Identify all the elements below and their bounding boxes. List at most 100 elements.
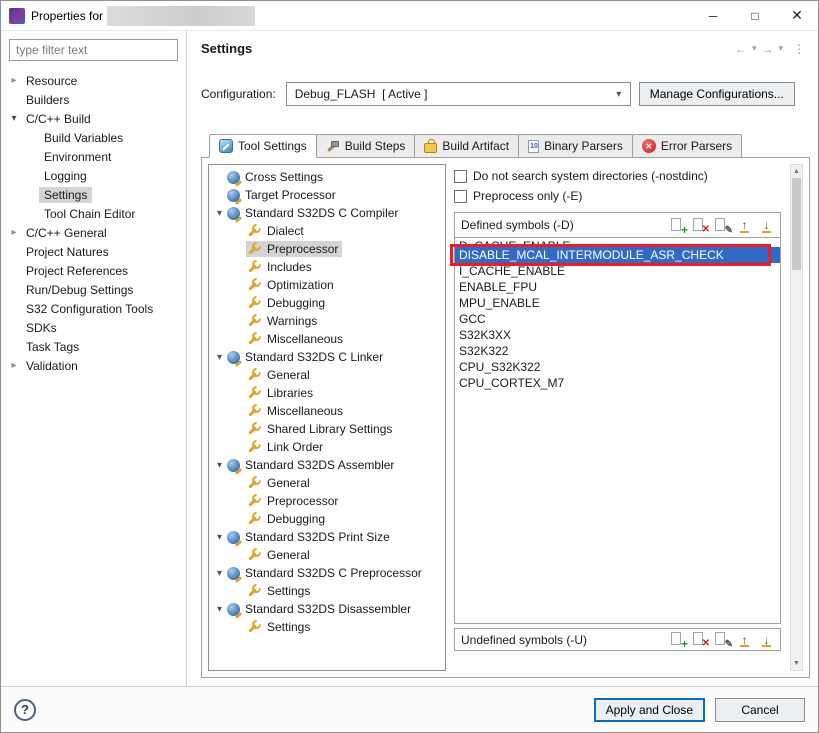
- scroll-up-icon[interactable]: ▲: [791, 165, 802, 178]
- tool-tree-item[interactable]: Optimization: [209, 276, 445, 294]
- tree-expander[interactable]: [7, 360, 21, 371]
- vertical-scrollbar[interactable]: ▲ ▼: [790, 164, 803, 671]
- back-dropdown-icon[interactable]: ▾: [751, 43, 758, 54]
- sidebar-item[interactable]: Run/Debug Settings: [1, 280, 186, 299]
- defined-symbol-item[interactable]: ENABLE_FPU: [455, 279, 780, 295]
- tree-expander[interactable]: [7, 113, 21, 124]
- sidebar-item[interactable]: C/C++ Build: [1, 109, 186, 128]
- sidebar-item[interactable]: Project Natures: [1, 242, 186, 261]
- tool-tree-item[interactable]: Dialect: [209, 222, 445, 240]
- defined-symbol-item[interactable]: MPU_ENABLE: [455, 295, 780, 311]
- cancel-button[interactable]: Cancel: [715, 697, 805, 722]
- sidebar-item[interactable]: Logging: [1, 166, 186, 185]
- view-menu-icon[interactable]: ⋮: [785, 42, 808, 56]
- tool-tree-item[interactable]: Debugging: [209, 510, 445, 528]
- manage-configurations-button[interactable]: Manage Configurations...: [638, 82, 795, 106]
- minimize-button[interactable]: ─: [692, 1, 734, 30]
- defined-symbol-item[interactable]: D_CACHE_ENABLE: [455, 238, 780, 247]
- sidebar-item[interactable]: Builders: [1, 90, 186, 109]
- move-up-button[interactable]: ↑: [735, 631, 754, 648]
- tool-tree-item[interactable]: Target Processor: [209, 186, 445, 204]
- scrollbar-thumb[interactable]: [792, 178, 801, 270]
- forward-icon[interactable]: →: [758, 42, 776, 56]
- tool-tree-item[interactable]: Standard S32DS Disassembler: [209, 600, 445, 618]
- tree-expander[interactable]: [213, 532, 226, 543]
- defined-symbol-item[interactable]: CPU_S32K322: [455, 359, 780, 375]
- sidebar-item[interactable]: Environment: [1, 147, 186, 166]
- tool-tree-item[interactable]: Standard S32DS C Linker: [209, 348, 445, 366]
- tool-tree-item[interactable]: Standard S32DS C Compiler: [209, 204, 445, 222]
- tool-tree-item[interactable]: General: [209, 474, 445, 492]
- tool-tree-item[interactable]: Miscellaneous: [209, 402, 445, 420]
- defined-symbol-item[interactable]: S32K3XX: [455, 327, 780, 343]
- tool-tree-item[interactable]: General: [209, 366, 445, 384]
- add-symbol-button[interactable]: +: [669, 631, 688, 650]
- tool-tree-item[interactable]: Libraries: [209, 384, 445, 402]
- tab-binary-parsers[interactable]: Binary Parsers: [518, 134, 633, 158]
- tab-tool-settings[interactable]: Tool Settings: [209, 134, 317, 158]
- defined-symbol-item[interactable]: DISABLE_MCAL_INTERMODULE_ASR_CHECK: [450, 244, 780, 266]
- tree-expander[interactable]: [213, 568, 226, 579]
- tree-expander[interactable]: [213, 352, 226, 363]
- forward-dropdown-icon[interactable]: ▾: [777, 43, 784, 54]
- sidebar-item[interactable]: S32 Configuration Tools: [1, 299, 186, 318]
- tool-tree-item[interactable]: General: [209, 546, 445, 564]
- filter-input[interactable]: [9, 39, 178, 61]
- tool-tree-item[interactable]: Link Order: [209, 438, 445, 456]
- nostdinc-checkbox[interactable]: [454, 169, 467, 183]
- tool-tree-item[interactable]: Warnings: [209, 312, 445, 330]
- tool-tree-item[interactable]: Cross Settings: [209, 168, 445, 186]
- tool-tree-item[interactable]: Debugging: [209, 294, 445, 312]
- tool-tree-item[interactable]: Standard S32DS Print Size: [209, 528, 445, 546]
- help-button[interactable]: ?: [14, 698, 36, 721]
- maximize-button[interactable]: □: [734, 1, 776, 30]
- sidebar-item[interactable]: Resource: [1, 71, 186, 90]
- tool-tree-item[interactable]: Includes: [209, 258, 445, 276]
- tree-expander[interactable]: [213, 460, 226, 471]
- tool-tree-item[interactable]: Preprocessor: [209, 240, 445, 258]
- move-up-button[interactable]: ↑: [735, 217, 754, 234]
- tree-expander[interactable]: [7, 75, 21, 86]
- configuration-select[interactable]: Debug_FLASH [ Active ] ▾: [285, 82, 631, 106]
- tool-tree-item[interactable]: Standard S32DS C Preprocessor: [209, 564, 445, 582]
- tool-tree-item[interactable]: Preprocessor: [209, 492, 445, 510]
- defined-symbol-item[interactable]: GCC: [455, 311, 780, 327]
- sidebar-item[interactable]: Settings: [1, 185, 186, 204]
- tree-expander[interactable]: [213, 208, 226, 219]
- tree-expander[interactable]: [7, 227, 21, 238]
- tool-tree-item[interactable]: Settings: [209, 618, 445, 636]
- sidebar-item-label: C/C++ General: [26, 225, 107, 240]
- sidebar-item[interactable]: Project References: [1, 261, 186, 280]
- tool-tree-item[interactable]: Standard S32DS Assembler: [209, 456, 445, 474]
- close-button[interactable]: ✕: [776, 1, 818, 30]
- sidebar-item[interactable]: SDKs: [1, 318, 186, 337]
- move-down-button[interactable]: ↓: [757, 631, 776, 648]
- tab-build-steps[interactable]: Build Steps: [315, 134, 416, 158]
- tree-expander[interactable]: [213, 604, 226, 615]
- edit-symbol-button[interactable]: ✎: [713, 217, 733, 235]
- sidebar-item[interactable]: Validation: [1, 356, 186, 375]
- tool-tree-item[interactable]: Miscellaneous: [209, 330, 445, 348]
- defined-symbol-item[interactable]: I_CACHE_ENABLE: [455, 263, 780, 279]
- sidebar-item[interactable]: Tool Chain Editor: [1, 204, 186, 223]
- back-icon[interactable]: ←: [732, 42, 750, 56]
- add-symbol-button[interactable]: +: [669, 217, 688, 236]
- scroll-down-icon[interactable]: ▼: [791, 657, 802, 670]
- delete-symbol-button[interactable]: ✕: [691, 631, 710, 649]
- defined-symbol-item[interactable]: S32K322: [455, 343, 780, 359]
- edit-symbol-button[interactable]: ✎: [713, 631, 733, 650]
- tab-build-artifact[interactable]: Build Artifact: [414, 134, 520, 158]
- tool-tree-item[interactable]: Shared Library Settings: [209, 420, 445, 438]
- apply-and-close-button[interactable]: Apply and Close: [593, 697, 705, 722]
- sidebar-item[interactable]: C/C++ General: [1, 223, 186, 242]
- move-down-button[interactable]: ↓: [757, 217, 776, 234]
- tab-error-parsers[interactable]: Error Parsers: [631, 134, 743, 158]
- delete-symbol-button[interactable]: ✕: [691, 217, 710, 234]
- tool-icon: [247, 512, 262, 526]
- tool-tree-item[interactable]: Settings: [209, 582, 445, 600]
- preprocess-only-checkbox[interactable]: [454, 189, 467, 203]
- defined-symbol-item[interactable]: CPU_CORTEX_M7: [455, 375, 780, 391]
- sidebar-item[interactable]: Build Variables: [1, 128, 186, 147]
- sidebar-item-label: Environment: [44, 149, 112, 164]
- sidebar-item[interactable]: Task Tags: [1, 337, 186, 356]
